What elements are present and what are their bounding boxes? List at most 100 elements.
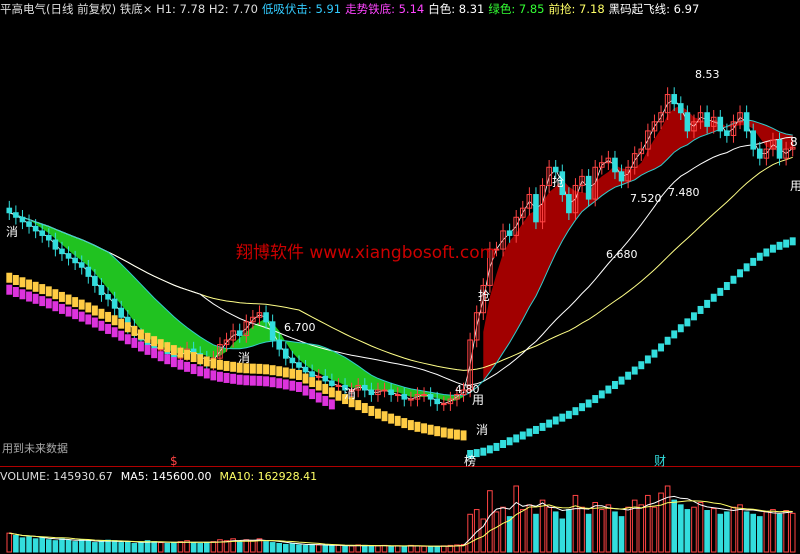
volume-bar	[704, 510, 710, 553]
volume-bar	[302, 544, 309, 553]
candle-body	[585, 175, 592, 200]
stair-bar-cyan	[592, 395, 599, 404]
candle-body	[322, 375, 329, 382]
candle-body	[552, 166, 559, 173]
stair-bar-cyan	[532, 425, 539, 434]
stair-bar-magenta	[52, 301, 59, 312]
volume-bar	[697, 502, 704, 553]
volume-bar	[111, 540, 118, 553]
stair-bar-yellow	[111, 315, 118, 326]
stair-bar-yellow	[447, 428, 454, 439]
volume-bar	[440, 545, 447, 553]
volume-bar	[691, 506, 697, 553]
volume-bar	[684, 509, 691, 553]
stair-bar-yellow	[98, 308, 105, 319]
stair-bar-yellow	[131, 325, 138, 336]
volume-bar	[612, 511, 618, 553]
stair-bar-yellow	[190, 352, 197, 363]
stair-bar-yellow	[414, 421, 421, 432]
volume-bar	[78, 539, 85, 553]
stair-bar-magenta	[85, 314, 92, 325]
stair-bar-cyan	[750, 257, 757, 266]
candle-body	[282, 348, 289, 359]
candle-body	[296, 362, 302, 368]
stair-bar-magenta	[111, 327, 118, 338]
candle-body	[39, 230, 46, 236]
volume-bar	[783, 510, 789, 553]
stair-bar-cyan	[690, 312, 697, 321]
candle-body	[671, 94, 678, 105]
stair-bar-yellow	[184, 349, 191, 360]
stair-bar-yellow	[52, 289, 59, 300]
volume-bar	[368, 545, 375, 553]
candle-body	[388, 389, 394, 396]
volume-bar	[750, 513, 757, 553]
stair-bar-yellow	[427, 424, 434, 435]
candle-body	[506, 230, 513, 236]
stair-bar-cyan	[769, 244, 776, 253]
stair-bar-cyan	[559, 413, 566, 422]
red-band	[483, 105, 793, 381]
candle-body	[717, 116, 724, 132]
stair-bar-yellow	[361, 403, 368, 414]
stair-bar-yellow	[177, 347, 184, 358]
stair-bar-yellow	[276, 366, 283, 377]
signal-label: 抢	[552, 174, 564, 189]
stair-bar-yellow	[203, 356, 210, 367]
volume-bar	[118, 542, 125, 553]
volume-bar	[65, 539, 72, 553]
stair-bar-cyan	[631, 366, 638, 375]
stair-bar-yellow	[157, 339, 164, 350]
stair-bar-cyan	[598, 390, 605, 399]
stair-bar-yellow	[223, 360, 230, 371]
bottom-marker: 财	[654, 454, 666, 468]
stair-bar-yellow	[335, 390, 342, 401]
candle-body	[45, 234, 52, 241]
stair-bar-yellow	[85, 302, 92, 313]
candle-body	[743, 112, 750, 132]
stair-bar-yellow	[78, 299, 85, 310]
stair-bar-yellow	[269, 365, 276, 376]
stair-bar-magenta	[309, 389, 316, 400]
volume-bar	[315, 544, 322, 553]
candle-body	[329, 380, 335, 386]
stair-bar-yellow	[65, 294, 72, 305]
stair-bar-cyan	[756, 252, 763, 261]
stair-bar-yellow	[328, 387, 335, 398]
stair-bar-yellow	[151, 336, 158, 347]
volume-bar	[414, 545, 421, 553]
volume-bar	[638, 504, 645, 553]
stair-bar-magenta	[197, 366, 204, 377]
stair-bar-cyan	[717, 287, 724, 296]
stair-bar-yellow	[216, 359, 223, 370]
stair-bar-yellow	[58, 291, 65, 302]
stair-bar-cyan	[605, 385, 612, 394]
stair-bar-magenta	[58, 303, 65, 314]
stair-bar-magenta	[276, 378, 283, 389]
volume-bar	[789, 512, 796, 553]
stair-bar-yellow	[453, 429, 460, 440]
volume-bar	[737, 504, 743, 553]
volume-bar	[197, 543, 204, 553]
volume-bar	[671, 499, 678, 553]
stair-bar-yellow	[381, 411, 388, 422]
volume-bar	[26, 536, 32, 553]
stair-bar-cyan	[671, 330, 678, 339]
kline-chart[interactable]: 翔博软件 www.xiangbosoft.com 8.53 6.700 6.680 7.…	[0, 0, 800, 554]
signal-label: 消	[6, 225, 18, 239]
stair-bar-magenta	[157, 351, 164, 362]
candle-body	[52, 239, 59, 250]
stair-bar-cyan	[684, 318, 691, 327]
price-annotation: 7.520	[630, 192, 662, 205]
stair-bar-magenta	[39, 296, 46, 307]
stair-bar-magenta	[65, 306, 72, 317]
volume-bar	[203, 542, 210, 553]
candle-body	[684, 112, 691, 132]
volume-bar	[552, 511, 559, 553]
signal-label: 消	[476, 423, 488, 437]
volume-bar	[592, 502, 599, 553]
stair-bar-magenta	[131, 337, 138, 348]
candle-body	[85, 266, 92, 277]
signal-label: 消	[344, 387, 356, 401]
volume-bar	[276, 543, 283, 553]
